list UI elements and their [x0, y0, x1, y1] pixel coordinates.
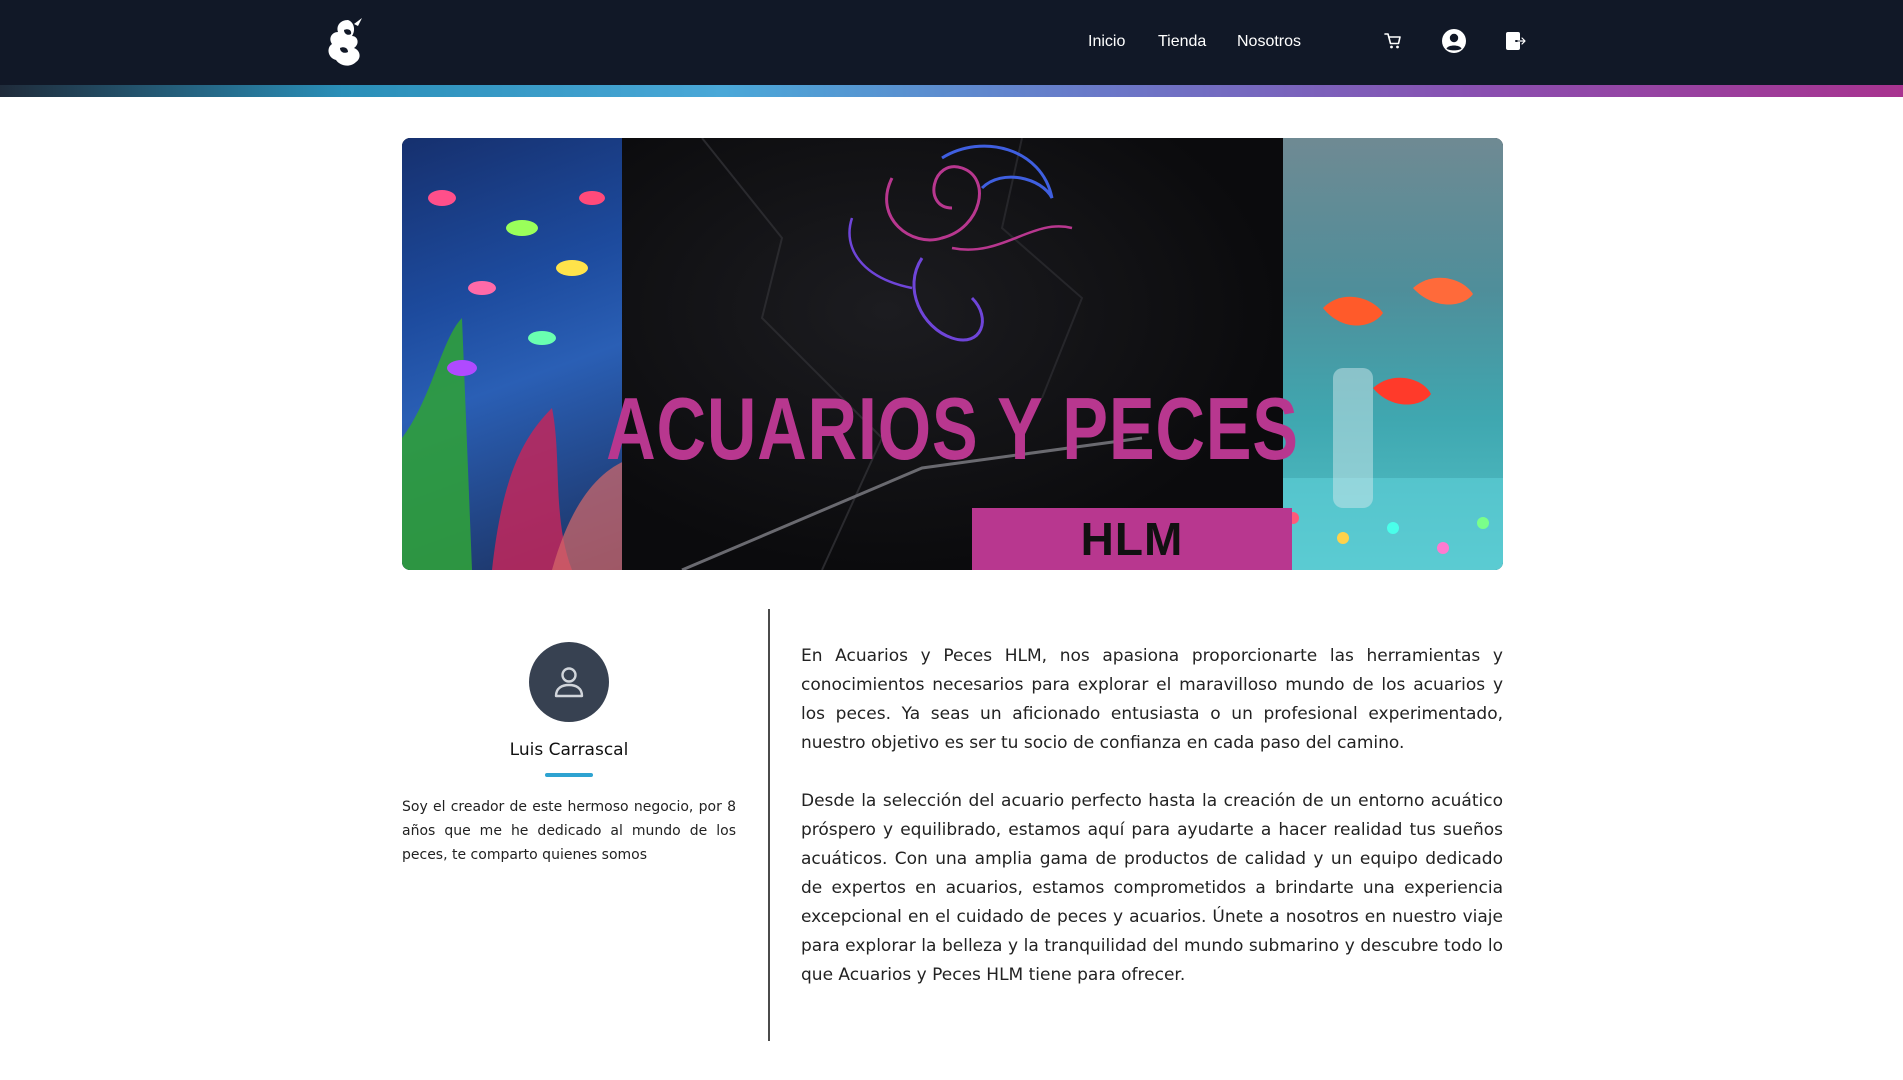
banner-center-panel	[622, 138, 1283, 570]
about-paragraph: En Acuarios y Peces HLM, nos apasiona pr…	[801, 646, 1503, 753]
header-gradient-strip	[0, 85, 1903, 97]
aquarium-image-left	[402, 138, 642, 570]
top-navbar: Inicio Tienda Nosotros	[0, 0, 1903, 85]
nav-link-tienda[interactable]: Tienda	[1158, 30, 1206, 54]
author-bio: Soy el creador de este hermoso negocio, …	[402, 799, 736, 863]
about-paragraph: Desde la selección del acuario perfecto …	[801, 791, 1503, 985]
banner-badge-label: HLM	[1080, 513, 1184, 565]
nav-link-inicio[interactable]: Inicio	[1088, 30, 1125, 54]
about-section: En Acuarios y Peces HLM, nos apasiona pr…	[801, 642, 1503, 990]
author-name-underline	[545, 773, 593, 777]
logout-icon[interactable]	[1500, 26, 1530, 56]
user-circle-icon[interactable]	[1439, 26, 1469, 56]
user-icon	[554, 667, 584, 698]
banner-badge: HLM	[972, 508, 1292, 570]
cart-icon[interactable]	[1378, 26, 1408, 56]
banner-title: ACUARIOS Y PECES	[606, 379, 1299, 478]
vertical-divider	[768, 609, 770, 1041]
author-name: Luis Carrascal	[509, 740, 629, 760]
author-avatar	[529, 642, 609, 722]
aquarium-image-right	[1263, 138, 1503, 570]
hero-banner: ACUARIOS Y PECES HLM	[402, 138, 1503, 570]
seahorse-logo-icon[interactable]	[318, 14, 376, 72]
nav-link-nosotros[interactable]: Nosotros	[1237, 30, 1301, 54]
